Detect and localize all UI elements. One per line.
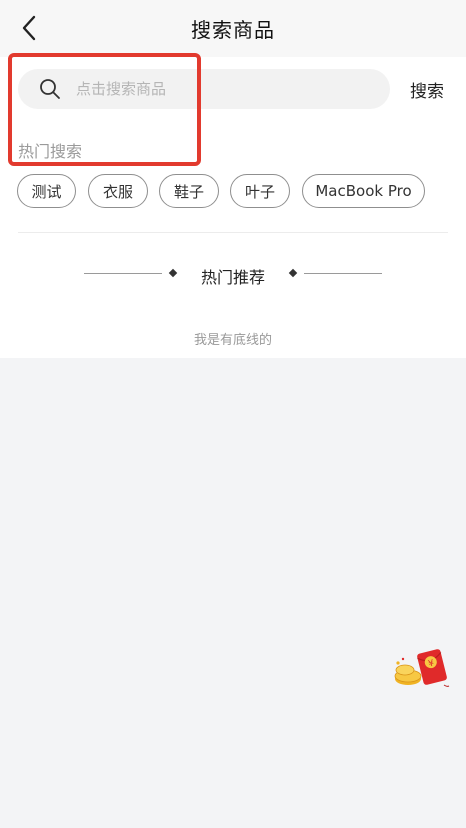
tag-clothes[interactable]: 衣服 [88,174,148,208]
tag-macbook-pro[interactable]: MacBook Pro [302,174,425,208]
search-icon [40,79,60,99]
red-packet-icon: ¥ [394,649,450,687]
recommend-title: 热门推荐 [200,268,265,287]
tag-test[interactable]: 测试 [17,174,76,208]
divider [18,232,448,233]
search-input[interactable] [76,69,376,109]
nav-bar: 搜索商品 [0,0,466,57]
search-bar[interactable] [18,69,390,109]
red-packet-button[interactable]: ¥ [390,645,450,691]
recommend-line-right [304,273,382,274]
recommend-line-left [84,273,162,274]
end-of-list-text: 我是有底线的 [193,333,272,348]
tag-leaves[interactable]: 叶子 [230,174,290,208]
tag-shoes[interactable]: 鞋子 [159,174,219,208]
search-button[interactable]: 搜索 [410,77,444,102]
page-title: 搜索商品 [191,18,275,42]
hot-search-label: 热门搜索 [18,142,83,161]
